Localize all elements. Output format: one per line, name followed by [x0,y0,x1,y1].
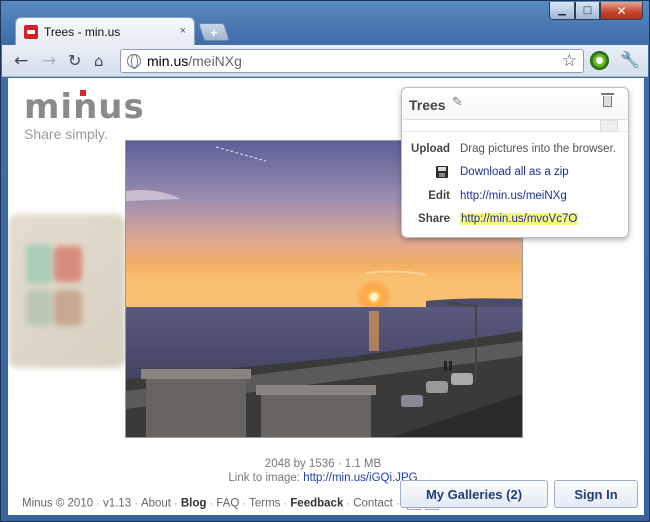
footer-faq-link[interactable]: FAQ [216,498,239,510]
edit-row: Edit http://min.us/meiNXg [402,187,630,207]
footer-sep: · [283,497,288,510]
extension-icon[interactable] [590,51,609,70]
thumb-cell [54,246,82,282]
upload-label: Upload [411,143,450,155]
footer-sep: · [209,497,214,510]
card-header: Trees ✎ [402,88,628,120]
footer-blog-link[interactable]: Blog [181,498,207,510]
my-galleries-button[interactable]: My Galleries (2) [400,480,548,508]
card-strip [402,120,628,132]
share-url-link[interactable]: http://min.us/mvoVc7O [460,213,579,225]
footer-terms-link[interactable]: Terms [249,498,280,510]
image-link-label: Link to image: [228,472,300,484]
image-filesize: 1.1 MB [344,458,382,470]
footer-sep: · [174,497,178,510]
plus-icon: + [210,24,218,40]
share-row: Share http://min.us/mvoVc7O [402,210,630,230]
pencil-icon[interactable]: ✎ [452,95,463,110]
trash-icon[interactable] [601,93,614,107]
close-button[interactable]: ✕ [600,2,643,20]
footer-about-link[interactable]: About [141,498,171,510]
upload-hint: Drag pictures into the browser. [460,143,616,155]
logo-text: minus [24,90,145,124]
footer-feedback-link[interactable]: Feedback [290,498,343,510]
thumb-cell [54,290,82,326]
floppy-disk-icon [436,166,448,178]
minus-favicon-icon [24,24,38,39]
download-row: Download all as a zip [402,163,630,183]
page-footer: Minus © 2010 · v1.13 · About · Blog · FAQ · Terms ·… [22,497,439,510]
sign-in-button[interactable]: Sign In [554,480,638,508]
address-bar[interactable]: min.us/meiNXg ☆ [120,49,584,73]
minimize-button[interactable]: ▁ [549,2,575,20]
footer-sep: · [242,497,247,510]
thumb-cell [26,290,52,326]
download-zip-link[interactable]: Download all as a zip [460,166,569,178]
gallery-thumbnail-blurred[interactable] [8,214,126,368]
footer-sep: · [346,497,351,510]
url-host: min.us [147,53,189,69]
image-size-line: 2048 by 1536 · 1.1 MB [188,457,458,471]
back-icon[interactable]: ← [14,51,28,71]
globe-icon [127,54,141,69]
home-icon[interactable]: ⌂ [94,51,104,71]
edit-label: Edit [428,190,450,202]
tab-trees[interactable]: Trees - min.us × [15,17,195,45]
new-tab-button[interactable]: + [198,23,230,41]
footer-sep: · [96,497,100,510]
minus-logo[interactable]: minus Share simply. [24,90,145,142]
browser-window: ▁ □ ✕ Trees - min.us × + ← → ↻ ⌂ min.us /… [0,0,650,522]
wrench-icon[interactable]: 🔧 [620,50,640,69]
browser-toolbar: ← → ↻ ⌂ min.us/meiNXg ☆ 🔧 [2,45,648,77]
footer-version: v1.13 [102,497,132,510]
footer-copyright: Minus © 2010 [22,497,94,510]
page-content: minus Share simply. 2048 by 1536 · 1.1 M… [8,78,644,515]
meta-separator: · [337,458,342,470]
thumb-cell [26,244,52,284]
gallery-title[interactable]: Trees [409,97,446,113]
url-path: /meiNXg [188,53,242,69]
share-label: Share [418,213,450,225]
reload-icon[interactable]: ↻ [68,51,81,71]
gallery-info-card: Trees ✎ Upload Drag pictures into the br… [401,87,629,238]
edit-url-link[interactable]: http://min.us/meiNXg [460,190,567,202]
forward-icon[interactable]: → [42,51,56,71]
upload-row: Upload Drag pictures into the browser. [402,140,630,160]
tab-title: Trees - min.us [44,24,121,39]
footer-sep: · [134,497,138,510]
maximize-button[interactable]: □ [575,2,600,20]
tab-close-icon[interactable]: × [180,25,186,37]
footer-contact-link[interactable]: Contact [353,498,393,510]
bookmark-star-icon[interactable]: ☆ [562,51,577,71]
window-controls: ▁ □ ✕ [549,2,643,20]
logo-red-dot [80,90,86,96]
image-dimensions: 2048 by 1536 [264,458,335,470]
